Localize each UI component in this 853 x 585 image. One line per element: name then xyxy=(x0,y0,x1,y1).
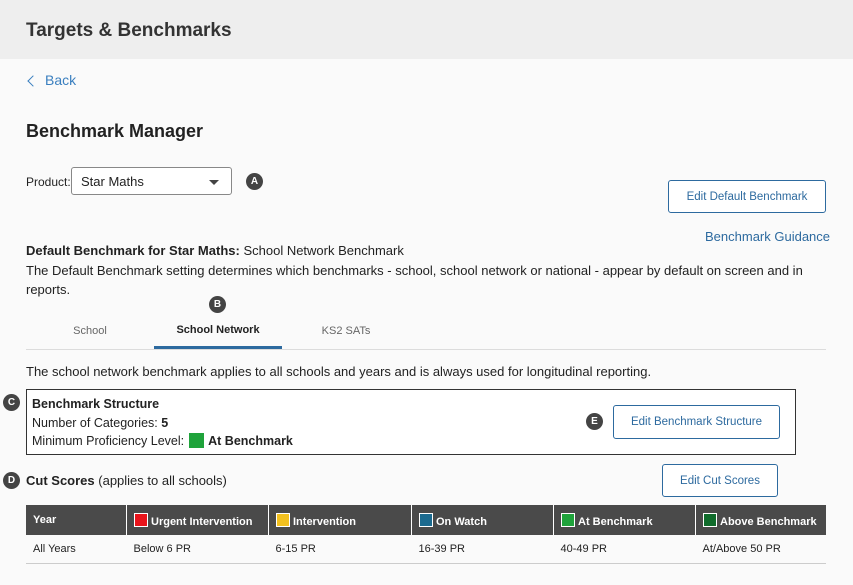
cell-on-watch: 16-39 PR xyxy=(411,535,554,564)
default-benchmark-description: The Default Benchmark setting determines… xyxy=(26,263,803,297)
column-header-on-watch: On Watch xyxy=(411,505,554,535)
product-label: Product: xyxy=(26,175,71,189)
tab-intro-text: The school network benchmark applies to … xyxy=(26,364,652,379)
tab-ks2-sats[interactable]: KS2 SATs xyxy=(282,313,410,348)
categories-label: Number of Categories: xyxy=(32,416,158,430)
benchmark-structure-panel: Benchmark Structure Number of Categories… xyxy=(26,389,796,455)
cut-scores-table: Year Urgent Intervention Intervention On… xyxy=(26,505,826,564)
cell-year: All Years xyxy=(26,535,127,564)
column-header-year: Year xyxy=(26,505,127,535)
above-benchmark-swatch xyxy=(703,512,717,527)
default-benchmark-label: Default Benchmark for Star Maths: xyxy=(26,243,240,258)
default-benchmark-line: Default Benchmark for Star Maths: School… xyxy=(26,243,404,258)
cell-above-benchmark: At/Above 50 PR xyxy=(695,535,826,564)
on-watch-swatch xyxy=(419,512,433,527)
column-header-at-benchmark: At Benchmark xyxy=(553,505,696,535)
product-select-value: Star Maths xyxy=(81,174,144,189)
top-bar: Targets & Benchmarks xyxy=(0,0,853,59)
marker-d: D xyxy=(3,472,20,489)
structure-title: Benchmark Structure xyxy=(32,397,160,411)
categories-row: Number of Categories: 5 xyxy=(32,416,168,430)
edit-benchmark-structure-button[interactable]: Edit Benchmark Structure xyxy=(613,405,780,439)
min-proficiency-swatch xyxy=(189,433,205,448)
default-benchmark-value: School Network Benchmark xyxy=(243,243,404,258)
min-proficiency-row: Minimum Proficiency Level: At Benchmark xyxy=(32,433,293,448)
column-header-intervention: Intervention xyxy=(268,505,412,535)
categories-value: 5 xyxy=(161,416,169,430)
cut-scores-title: Cut Scores xyxy=(26,473,95,488)
edit-cut-scores-button[interactable]: Edit Cut Scores xyxy=(662,464,778,497)
back-link[interactable]: Back xyxy=(27,72,76,88)
min-proficiency-label: Minimum Proficiency Level: xyxy=(32,433,185,448)
marker-e: E xyxy=(586,413,603,430)
urgent-intervention-swatch xyxy=(134,512,148,527)
product-select[interactable]: Star Maths xyxy=(71,167,232,195)
cell-intervention: 6-15 PR xyxy=(268,535,412,564)
table-row: All Years Below 6 PR 6-15 PR 16-39 PR 40… xyxy=(26,535,826,564)
marker-a: A xyxy=(246,173,263,190)
caret-down-icon xyxy=(209,180,219,185)
intervention-swatch xyxy=(276,512,290,527)
benchmark-tabs: School School Network KS2 SATs xyxy=(26,313,826,350)
page-title: Benchmark Manager xyxy=(26,121,204,141)
tab-school[interactable]: School xyxy=(26,313,154,348)
marker-c: C xyxy=(3,394,20,411)
tab-school-network[interactable]: School Network xyxy=(154,313,282,349)
cell-urgent-intervention: Below 6 PR xyxy=(126,535,269,564)
table-header-row: Year Urgent Intervention Intervention On… xyxy=(26,505,826,535)
cut-scores-subtitle: (applies to all schools) xyxy=(98,473,227,488)
chevron-left-icon xyxy=(27,74,39,87)
edit-default-benchmark-button[interactable]: Edit Default Benchmark xyxy=(668,180,826,213)
cut-scores-heading: Cut Scores (applies to all schools) xyxy=(26,473,227,488)
cell-at-benchmark: 40-49 PR xyxy=(553,535,696,564)
app-title: Targets & Benchmarks xyxy=(26,20,232,41)
at-benchmark-swatch xyxy=(561,512,575,527)
min-proficiency-value: At Benchmark xyxy=(208,433,293,448)
back-label: Back xyxy=(45,72,77,88)
marker-b: B xyxy=(209,296,226,313)
benchmark-guidance-link[interactable]: Benchmark Guidance xyxy=(705,229,830,244)
column-header-above-benchmark: Above Benchmark xyxy=(695,505,826,535)
column-header-urgent-intervention: Urgent Intervention xyxy=(126,505,269,535)
